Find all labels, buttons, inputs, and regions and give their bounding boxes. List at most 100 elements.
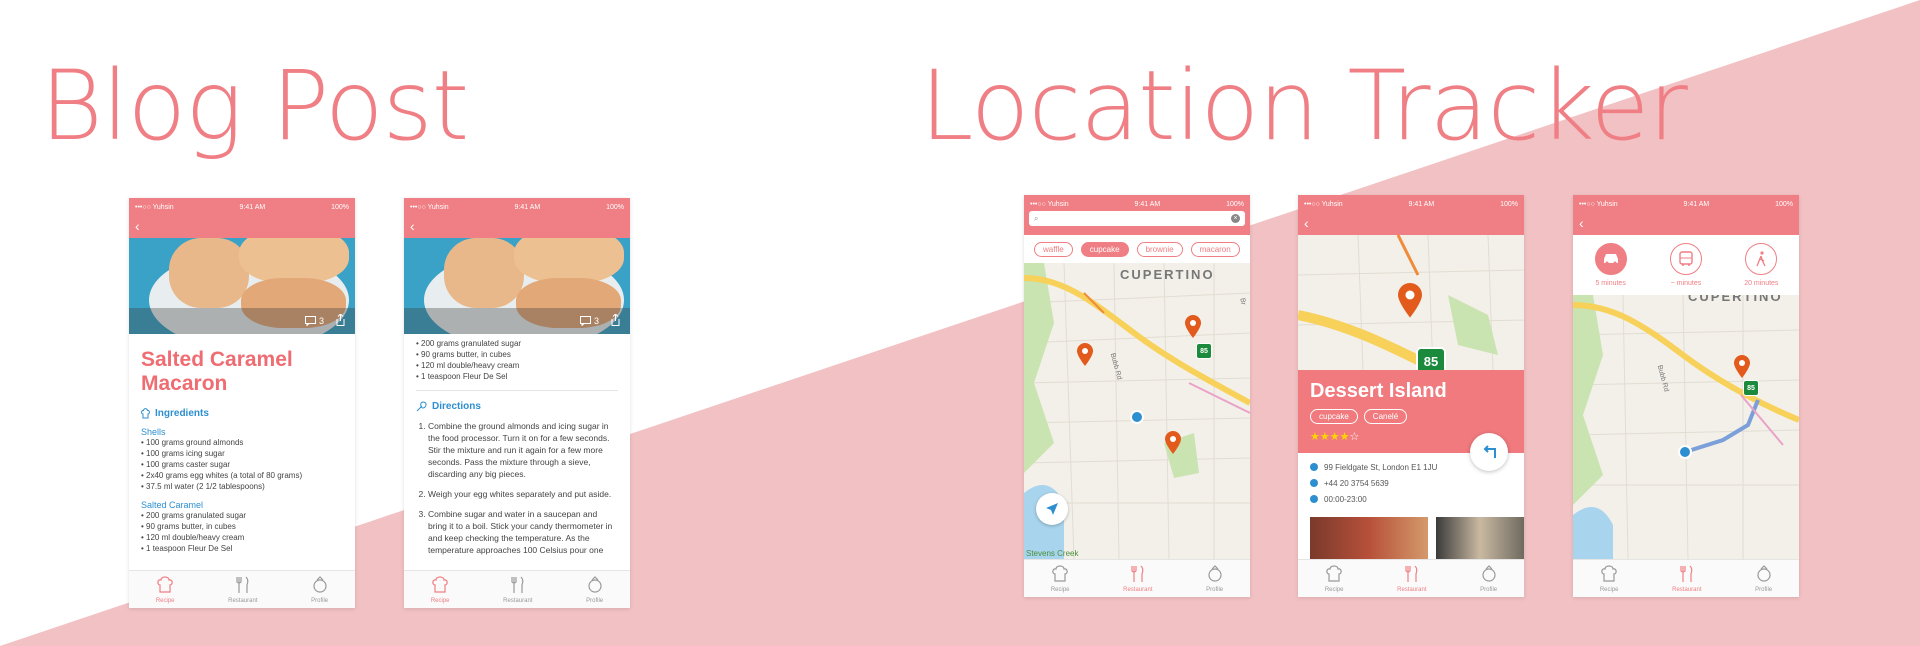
map-pin-icon[interactable] <box>1164 431 1182 460</box>
chevron-left-icon[interactable]: ‹ <box>135 219 140 233</box>
list-item: 120 ml double/heavy cream <box>416 360 618 371</box>
hero-image: 3 <box>404 238 630 334</box>
tab-bar: Recipe Restaurant Profile <box>129 570 355 608</box>
chip-cupcake[interactable]: cupcake <box>1080 241 1129 257</box>
blog-phone-1: •••○○ Yuhsin 9:41 AM 100% ‹ 3 Salted Car… <box>129 198 355 608</box>
restaurant-photo[interactable] <box>1310 517 1428 559</box>
map-bottom-label: Stevens Creek <box>1026 549 1079 558</box>
tab-profile[interactable]: Profile <box>1755 564 1772 593</box>
tag-chip[interactable]: cupcake <box>1310 409 1358 424</box>
chip-brownie[interactable]: brownie <box>1136 241 1183 257</box>
time-text: 9:41 AM <box>514 203 541 211</box>
map-city-label: CUPERTINO <box>1120 267 1215 282</box>
tab-label: Recipe <box>1599 586 1619 593</box>
search-input[interactable]: ⌕ × <box>1029 211 1245 226</box>
tab-label: Restaurant <box>503 597 533 604</box>
star-icon: ★ <box>1319 431 1330 443</box>
list-item: 200 grams granulated sugar <box>141 510 343 521</box>
tab-recipe[interactable]: Recipe <box>1599 564 1619 593</box>
fork-knife-icon <box>1404 565 1420 587</box>
clear-icon[interactable]: × <box>1231 214 1240 223</box>
tab-recipe[interactable]: Recipe <box>1051 564 1070 593</box>
tab-bar: Recipe Restaurant Profile <box>404 570 630 608</box>
navigation-arrow-icon[interactable] <box>1036 493 1068 525</box>
comment-icon[interactable]: 3 <box>579 316 599 326</box>
transport-mode-bus[interactable]: ~ minutes <box>1656 243 1716 287</box>
map-view[interactable]: CUPERTINO Bubb Rd 85 <box>1573 295 1799 559</box>
carrier-text: •••○○ Yuhsin <box>1579 200 1618 208</box>
current-location-dot <box>1678 445 1692 459</box>
tab-profile[interactable]: Profile <box>311 575 328 604</box>
tab-profile[interactable]: Profile <box>1480 564 1497 593</box>
chevron-left-icon[interactable]: ‹ <box>1304 216 1309 230</box>
directions-label: Directions <box>432 401 481 412</box>
list-item: Combine sugar and water in a saucepan an… <box>428 508 618 556</box>
tracker-phone-route: •••○○ Yuhsin 9:41 AM 100% ‹ 5 minutes ~ m… <box>1573 195 1799 597</box>
fork-knife-icon <box>1130 565 1146 587</box>
carrier-text: •••○○ Yuhsin <box>410 203 449 211</box>
list-item: 90 grams butter, in cubes <box>416 349 618 360</box>
ingredients-heading: Ingredients <box>141 408 343 419</box>
map-view[interactable]: CUPERTINO Bubb Rd Br 85 Stevens Creek <box>1024 263 1250 559</box>
map-pin-icon[interactable] <box>1396 283 1424 324</box>
transport-mode-label: ~ minutes <box>1670 280 1702 287</box>
chip-waffle[interactable]: waffle <box>1034 241 1073 257</box>
list-item: 1 teaspoon Fleur De Sel <box>416 371 618 382</box>
tab-recipe[interactable]: Recipe <box>156 575 175 604</box>
carrier-text: •••○○ Yuhsin <box>135 203 174 211</box>
location-tracker-headline: Location Tracker <box>920 50 1688 162</box>
highway-shield: 85 <box>1743 380 1759 396</box>
transport-mode-label: 20 minutes <box>1744 280 1779 287</box>
profile-icon <box>1481 564 1497 587</box>
nav-bar: ‹ <box>1573 213 1799 235</box>
tracker-phone-map: •••○○ Yuhsin 9:41 AM 100% ⌕ × waffle cupc… <box>1024 195 1250 597</box>
status-bar: •••○○ Yuhsin 9:41 AM 100% <box>129 198 355 216</box>
status-bar: •••○○ Yuhsin 9:41 AM 100% <box>1298 195 1524 213</box>
tab-restaurant[interactable]: Restaurant <box>1672 565 1702 593</box>
tab-restaurant[interactable]: Restaurant <box>1123 565 1153 593</box>
star-icon: ☆ <box>1349 431 1360 443</box>
tab-restaurant[interactable]: Restaurant <box>503 576 533 604</box>
tab-restaurant[interactable]: Restaurant <box>1397 565 1427 593</box>
transport-mode-label: 5 minutes <box>1595 280 1626 287</box>
tab-restaurant[interactable]: Restaurant <box>228 576 258 604</box>
shells-heading: Shells <box>141 427 166 437</box>
transport-mode-car[interactable]: 5 minutes <box>1581 243 1641 287</box>
star-icon: ★ <box>1310 431 1320 443</box>
tab-recipe[interactable]: Recipe <box>1325 564 1344 593</box>
phone-text[interactable]: +44 20 3754 5639 <box>1324 479 1389 488</box>
profile-icon <box>1756 564 1772 587</box>
car-icon <box>1594 243 1627 275</box>
shells-list: 100 grams ground almonds100 grams icing … <box>141 437 343 492</box>
map-pin-icon[interactable] <box>1184 315 1202 344</box>
list-item: 100 grams ground almonds <box>141 437 343 448</box>
caramel-list: 200 grams granulated sugar90 grams butte… <box>416 338 618 382</box>
phone-icon <box>1310 479 1318 487</box>
list-item: Combine the ground almonds and icing sug… <box>428 420 618 480</box>
comment-icon[interactable]: 3 <box>304 316 324 326</box>
share-icon[interactable] <box>336 313 345 328</box>
share-icon[interactable] <box>611 313 620 328</box>
transport-modes: 5 minutes ~ minutes 20 minutes <box>1573 235 1799 295</box>
address-text: 99 Fieldgate St, London E1 1JU <box>1324 462 1438 472</box>
chip-macaron[interactable]: macaron <box>1190 241 1240 257</box>
recipe-title: Salted Caramel Macaron <box>141 348 343 396</box>
chevron-left-icon[interactable]: ‹ <box>410 219 415 233</box>
profile-icon <box>1207 564 1223 587</box>
tag-chip[interactable]: Canelé <box>1363 409 1408 424</box>
list-item: 200 grams granulated sugar <box>416 338 618 349</box>
list-item: 100 grams icing sugar <box>141 448 343 459</box>
blog-post-headline: Blog Post <box>40 50 469 162</box>
directions-heading: Directions <box>416 401 618 412</box>
tab-profile[interactable]: Profile <box>586 575 603 604</box>
tab-profile[interactable]: Profile <box>1206 564 1223 593</box>
map-pin-icon[interactable] <box>1076 343 1094 372</box>
transport-mode-walk[interactable]: 20 minutes <box>1731 243 1791 287</box>
search-icon: ⌕ <box>1034 213 1039 223</box>
map-view[interactable]: 85 <box>1298 235 1524 370</box>
restaurant-photo[interactable] <box>1436 517 1524 559</box>
walk-icon <box>1745 243 1778 275</box>
photo-strip[interactable] <box>1310 517 1524 559</box>
tab-recipe[interactable]: Recipe <box>431 575 450 604</box>
chevron-left-icon[interactable]: ‹ <box>1579 216 1584 230</box>
